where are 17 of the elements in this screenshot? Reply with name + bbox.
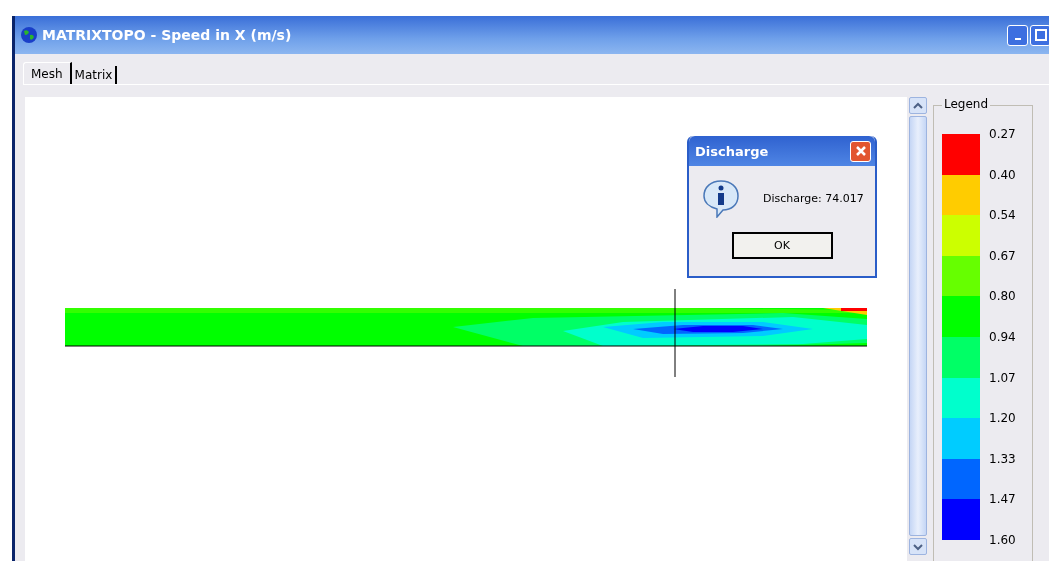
legend-label: 0.67 xyxy=(989,247,1016,265)
dialog-message: Discharge: 74.017 xyxy=(763,191,864,205)
dialog-title: Discharge xyxy=(695,143,769,159)
legend-label: 0.94 xyxy=(989,328,1016,346)
legend-label: 1.60 xyxy=(989,531,1016,549)
window-title: MATRIXTOPO - Speed in X (m/s) xyxy=(42,27,292,43)
legend-label: 0.54 xyxy=(989,207,1016,225)
legend-title: Legend xyxy=(942,97,991,111)
tab[interactable]: Mesh xyxy=(23,62,72,84)
legend-label: 0.27 xyxy=(989,126,1016,143)
legend-label: 1.33 xyxy=(989,450,1016,468)
legend-label: 1.20 xyxy=(989,410,1016,428)
ok-button[interactable]: OK xyxy=(731,232,833,259)
legend-label: 1.07 xyxy=(989,369,1016,387)
legend-label: 1.47 xyxy=(989,491,1016,509)
legend-label: 0.40 xyxy=(989,166,1016,184)
legend-label: 0.80 xyxy=(989,288,1016,306)
